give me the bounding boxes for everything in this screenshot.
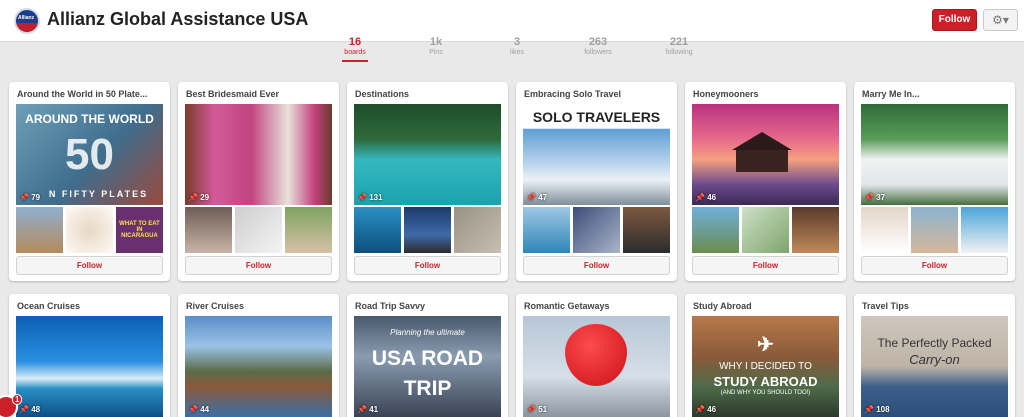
follow-board-button[interactable]: Follow bbox=[354, 256, 501, 275]
board-card[interactable]: Around the World in 50 Plate... AROUND T… bbox=[9, 82, 170, 281]
board-title[interactable]: Travel Tips bbox=[862, 301, 1007, 311]
pin-count: 📌 46 bbox=[695, 405, 717, 414]
board-title[interactable]: Ocean Cruises bbox=[17, 301, 162, 311]
board-cover-image[interactable]: 📌 48 bbox=[16, 316, 163, 417]
follow-board-button[interactable]: Follow bbox=[523, 256, 670, 275]
board-thumbnails: WHAT TO EAT IN NICARAGUA bbox=[16, 207, 163, 253]
follow-board-button[interactable]: Follow bbox=[692, 256, 839, 275]
board-thumbnails bbox=[692, 207, 839, 253]
thumbnail[interactable] bbox=[404, 207, 451, 253]
settings-button[interactable]: ⚙▾ bbox=[983, 9, 1018, 31]
board-title[interactable]: Study Abroad bbox=[693, 301, 838, 311]
board-cover-image[interactable]: ✈ WHY I DECIDED TO STUDY ABROAD (AND WHY… bbox=[692, 316, 839, 417]
pin-count: 📌 44 bbox=[188, 405, 210, 414]
stat-likes[interactable]: 3 likes bbox=[487, 36, 547, 57]
pin-count: 📌 131 bbox=[357, 193, 383, 202]
follow-board-button[interactable]: Follow bbox=[861, 256, 1008, 275]
board-card[interactable]: Embracing Solo Travel SOLO TRAVELERS 📌 4… bbox=[516, 82, 677, 281]
pin-count: 📌 37 bbox=[864, 193, 886, 202]
board-card[interactable]: Ocean Cruises 📌 48 bbox=[9, 294, 170, 417]
stat-boards[interactable]: 16 boards bbox=[325, 36, 385, 62]
pin-count: 📌 79 bbox=[19, 193, 41, 202]
board-cover-image[interactable]: 📌 29 bbox=[185, 104, 332, 205]
allianz-logo[interactable]: Allianz bbox=[14, 8, 40, 34]
profile-name: Allianz Global Assistance USA bbox=[47, 9, 309, 29]
thumbnail[interactable] bbox=[911, 207, 958, 253]
board-cover-image[interactable]: SOLO TRAVELERS 📌 47 bbox=[523, 104, 670, 205]
board-thumbnails bbox=[354, 207, 501, 253]
profile-stats: 16 boards 1k Pins 3 likes 263 followers 221 f… bbox=[320, 36, 710, 64]
thumbnail[interactable] bbox=[454, 207, 501, 253]
board-title[interactable]: Destinations bbox=[355, 89, 500, 99]
board-card[interactable]: Romantic Getaways 📌 51 bbox=[516, 294, 677, 417]
thumbnail[interactable] bbox=[961, 207, 1008, 253]
board-card[interactable]: Road Trip Savvy Planning the ultimate US… bbox=[347, 294, 508, 417]
thumbnail[interactable] bbox=[792, 207, 839, 253]
pin-count: 📌 48 bbox=[19, 405, 41, 414]
board-cover-image[interactable]: 📌 44 bbox=[185, 316, 332, 417]
gear-icon: ⚙▾ bbox=[992, 13, 1009, 27]
board-card[interactable]: River Cruises 📌 44 bbox=[178, 294, 339, 417]
board-thumbnails bbox=[185, 207, 332, 253]
board-card[interactable]: Travel Tips The Perfectly Packed Carry-o… bbox=[854, 294, 1015, 417]
follow-board-button[interactable]: Follow bbox=[16, 256, 163, 275]
stat-followers[interactable]: 263 followers bbox=[568, 36, 628, 57]
thumbnail[interactable] bbox=[16, 207, 63, 253]
board-card[interactable]: Honeymooners 📌 46 Follow bbox=[685, 82, 846, 281]
board-cover-image[interactable]: 📌 131 bbox=[354, 104, 501, 205]
board-card[interactable]: Study Abroad ✈ WHY I DECIDED TO STUDY AB… bbox=[685, 294, 846, 417]
board-title[interactable]: Around the World in 50 Plate... bbox=[17, 89, 162, 99]
thumbnail[interactable]: WHAT TO EAT IN NICARAGUA bbox=[116, 207, 163, 253]
stat-pins[interactable]: 1k Pins bbox=[406, 36, 466, 57]
thumbnail[interactable] bbox=[66, 207, 113, 253]
pin-count: 📌 47 bbox=[526, 193, 548, 202]
thumbnail[interactable] bbox=[523, 207, 570, 253]
pin-count: 📌 108 bbox=[864, 405, 890, 414]
board-cover-image[interactable]: AROUND THE WORLD 50 N FIFTY PLATES 📌 79 bbox=[16, 104, 163, 205]
board-title[interactable]: Best Bridesmaid Ever bbox=[186, 89, 331, 99]
board-cover-image[interactable]: 📌 51 bbox=[523, 316, 670, 417]
board-title[interactable]: Marry Me In... bbox=[862, 89, 1007, 99]
thumbnail[interactable] bbox=[692, 207, 739, 253]
stat-following[interactable]: 221 following bbox=[649, 36, 709, 57]
board-title[interactable]: River Cruises bbox=[186, 301, 331, 311]
board-card[interactable]: Marry Me In... 📌 37 Follow bbox=[854, 82, 1015, 281]
board-thumbnails bbox=[523, 207, 670, 253]
notification-badge[interactable]: 1 bbox=[0, 394, 23, 417]
heart-balloon bbox=[565, 324, 627, 386]
pin-count: 📌 51 bbox=[526, 405, 548, 414]
pin-count: 📌 46 bbox=[695, 193, 717, 202]
board-title[interactable]: Road Trip Savvy bbox=[355, 301, 500, 311]
follow-profile-button[interactable]: Follow bbox=[932, 9, 977, 31]
thumbnail[interactable] bbox=[185, 207, 232, 253]
board-card[interactable]: Best Bridesmaid Ever 📌 29 Follow bbox=[178, 82, 339, 281]
board-title[interactable]: Honeymooners bbox=[693, 89, 838, 99]
board-cover-image[interactable]: 📌 46 bbox=[692, 104, 839, 205]
board-thumbnails bbox=[861, 207, 1008, 253]
board-title[interactable]: Romantic Getaways bbox=[524, 301, 669, 311]
board-title[interactable]: Embracing Solo Travel bbox=[524, 89, 669, 99]
board-cover-image[interactable]: 📌 37 bbox=[861, 104, 1008, 205]
thumbnail[interactable] bbox=[742, 207, 789, 253]
thumbnail[interactable] bbox=[285, 207, 332, 253]
thumbnail[interactable] bbox=[573, 207, 620, 253]
thumbnail[interactable] bbox=[354, 207, 401, 253]
board-cover-image[interactable]: The Perfectly Packed Carry-on 📌 108 bbox=[861, 316, 1008, 417]
thumbnail[interactable] bbox=[861, 207, 908, 253]
follow-board-button[interactable]: Follow bbox=[185, 256, 332, 275]
thumbnail[interactable] bbox=[623, 207, 670, 253]
pin-count: 📌 29 bbox=[188, 193, 210, 202]
pin-count: 📌 41 bbox=[357, 405, 379, 414]
board-cover-image[interactable]: Planning the ultimate USA ROAD TRIP 📌 41 bbox=[354, 316, 501, 417]
board-card[interactable]: Destinations 📌 131 Follow bbox=[347, 82, 508, 281]
thumbnail[interactable] bbox=[235, 207, 282, 253]
